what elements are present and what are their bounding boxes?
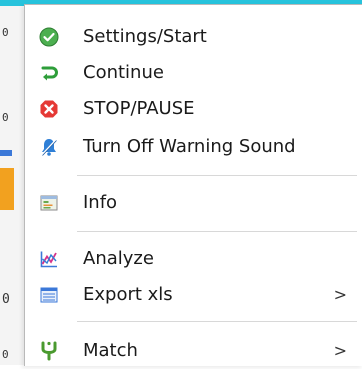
menu-item-label: Settings/Start <box>83 26 207 47</box>
menu-separator <box>77 175 357 176</box>
menu-item-label: Continue <box>83 62 164 83</box>
menu-item-stop-pause[interactable]: STOP/PAUSE <box>25 91 362 127</box>
menu-item-turn-off-warning-sound[interactable]: Turn Off Warning Sound <box>25 129 362 165</box>
match-fork-icon <box>39 341 59 361</box>
stop-x-icon <box>39 99 59 119</box>
menu-item-info[interactable]: Info <box>25 185 362 221</box>
menu-separator <box>77 231 357 232</box>
menu-item-match[interactable]: Match > <box>25 333 362 369</box>
analyze-chart-icon <box>39 249 59 269</box>
submenu-arrow-icon: > <box>333 285 347 304</box>
export-list-icon <box>39 285 59 305</box>
menu-item-continue[interactable]: Continue <box>25 55 362 91</box>
menu-item-label: Match <box>83 340 138 361</box>
menu-item-label: Analyze <box>83 248 154 269</box>
continue-arrow-icon <box>39 63 59 83</box>
menu-item-label: Turn Off Warning Sound <box>83 136 296 157</box>
menu-item-label: Info <box>83 192 118 213</box>
context-menu: Settings/Start Continue STOP/PAUSE Turn … <box>24 4 362 366</box>
background-orange-marker <box>0 168 14 210</box>
background-edge-text: 0 <box>2 348 9 361</box>
menu-item-analyze[interactable]: Analyze <box>25 241 362 277</box>
bell-mute-icon <box>39 137 59 157</box>
menu-separator <box>77 321 357 322</box>
background-edge-text: 0 <box>2 111 9 124</box>
menu-item-settings-start[interactable]: Settings/Start <box>25 19 362 55</box>
background-edge-text: 0 <box>2 292 10 307</box>
menu-item-label: STOP/PAUSE <box>83 98 195 119</box>
menu-item-label: Export xls <box>83 284 173 305</box>
check-circle-icon <box>39 27 59 47</box>
info-window-icon <box>39 193 59 213</box>
background-blue-marker <box>0 150 12 156</box>
background-edge-text: 0 <box>2 26 9 39</box>
submenu-arrow-icon: > <box>333 341 347 360</box>
menu-item-export-xls[interactable]: Export xls > <box>25 277 362 313</box>
